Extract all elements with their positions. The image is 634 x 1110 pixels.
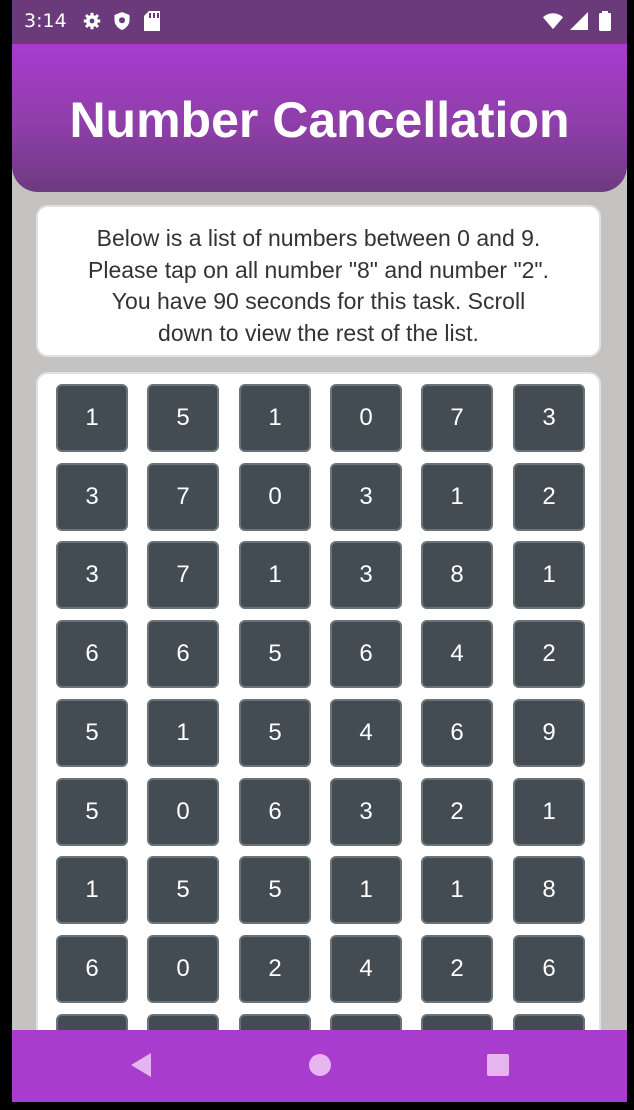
recents-icon[interactable]	[485, 1052, 511, 1078]
instructions-line: down to view the rest of the list.	[158, 319, 479, 346]
number-button[interactable]: 2	[421, 778, 493, 846]
number-button[interactable]: 6	[513, 935, 585, 1003]
number-button[interactable]: 3	[56, 541, 128, 609]
number-button[interactable]: 1	[421, 856, 493, 924]
number-button[interactable]: 5	[56, 699, 128, 767]
number-button[interactable]: 3	[330, 463, 402, 531]
number-button[interactable]: 6	[421, 699, 493, 767]
sd-card-icon	[142, 11, 162, 31]
number-button[interactable]: 8	[421, 541, 493, 609]
instructions-text: Below is a list of numbers between 0 and…	[66, 223, 571, 349]
app-header: Number Cancellation	[12, 44, 627, 192]
navigation-bar	[12, 1030, 627, 1102]
number-button[interactable]: 2	[239, 935, 311, 1003]
number-button[interactable]: 3	[513, 384, 585, 452]
instructions-line: Please tap on all number "8" and number …	[88, 256, 549, 283]
screen-edge	[0, 1102, 634, 1110]
battery-icon	[595, 11, 615, 31]
shield-icon	[112, 11, 132, 31]
instructions-line: You have 90 seconds for this task. Scrol…	[111, 288, 526, 314]
back-icon[interactable]	[128, 1052, 154, 1078]
number-button[interactable]: 1	[147, 699, 219, 767]
number-button[interactable]: 2	[513, 463, 585, 531]
number-button[interactable]: 0	[147, 778, 219, 846]
number-button[interactable]: 6	[330, 620, 402, 688]
number-grid: 1510733703123713816656425154695063211551…	[36, 372, 601, 1110]
number-button[interactable]: 7	[147, 463, 219, 531]
number-button[interactable]: 7	[147, 541, 219, 609]
number-button[interactable]: 6	[147, 620, 219, 688]
page-title: Number Cancellation	[69, 92, 570, 148]
number-button[interactable]: 1	[56, 384, 128, 452]
number-button[interactable]: 3	[330, 778, 402, 846]
number-button[interactable]: 6	[56, 620, 128, 688]
signal-icon	[569, 11, 589, 31]
number-button[interactable]: 1	[56, 856, 128, 924]
number-button[interactable]: 1	[421, 463, 493, 531]
home-icon[interactable]	[307, 1052, 333, 1078]
status-bar: 3:14	[12, 0, 627, 44]
number-button[interactable]: 5	[147, 856, 219, 924]
number-button[interactable]: 4	[330, 935, 402, 1003]
instructions-card: Below is a list of numbers between 0 and…	[36, 205, 601, 357]
number-button[interactable]: 5	[239, 620, 311, 688]
number-button[interactable]: 4	[330, 699, 402, 767]
wifi-icon	[543, 11, 563, 31]
number-button[interactable]: 1	[513, 778, 585, 846]
number-button[interactable]: 1	[513, 541, 585, 609]
number-button[interactable]: 6	[239, 778, 311, 846]
number-button[interactable]: 5	[239, 856, 311, 924]
app-screen: 3:14 Number Cancellation Below is a list…	[12, 0, 627, 1110]
number-button[interactable]: 5	[56, 778, 128, 846]
number-button[interactable]: 5	[239, 699, 311, 767]
gear-icon	[82, 11, 102, 31]
number-button[interactable]: 7	[421, 384, 493, 452]
number-button[interactable]: 1	[330, 856, 402, 924]
status-time: 3:14	[24, 10, 67, 32]
number-button[interactable]: 5	[147, 384, 219, 452]
number-button[interactable]: 1	[239, 384, 311, 452]
number-button[interactable]: 8	[513, 856, 585, 924]
number-button[interactable]: 4	[421, 620, 493, 688]
number-button[interactable]: 0	[147, 935, 219, 1003]
number-button[interactable]: 1	[239, 541, 311, 609]
instructions-line: Below is a list of numbers between 0 and…	[96, 225, 541, 251]
number-button[interactable]: 2	[513, 620, 585, 688]
number-button[interactable]: 3	[330, 541, 402, 609]
number-button[interactable]: 3	[56, 463, 128, 531]
number-button[interactable]: 2	[421, 935, 493, 1003]
number-button[interactable]: 0	[239, 463, 311, 531]
number-button[interactable]: 6	[56, 935, 128, 1003]
number-button[interactable]: 9	[513, 699, 585, 767]
number-button[interactable]: 0	[330, 384, 402, 452]
